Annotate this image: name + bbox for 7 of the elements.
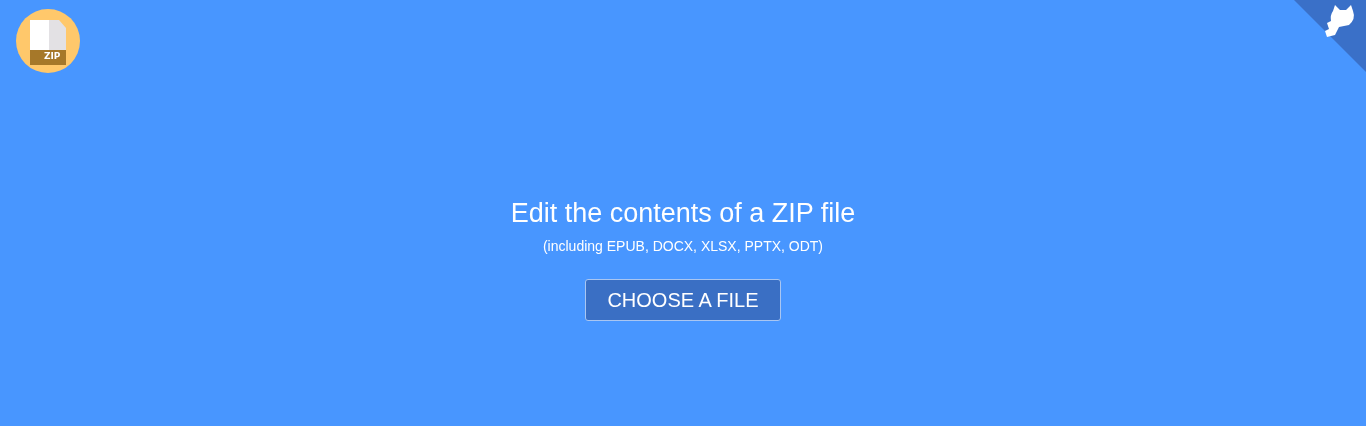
cat-icon [1323,5,1356,37]
logo-label: ZIP [44,52,61,61]
page-heading: Edit the contents of a ZIP file [510,197,856,230]
app-logo[interactable]: ZIP [16,9,80,73]
choose-file-button[interactable]: CHOOSE A FILE [585,279,781,321]
supported-formats-text: (including EPUB, DOCX, XLSX, PPTX, ODT) [542,237,824,256]
file-icon [30,20,68,65]
